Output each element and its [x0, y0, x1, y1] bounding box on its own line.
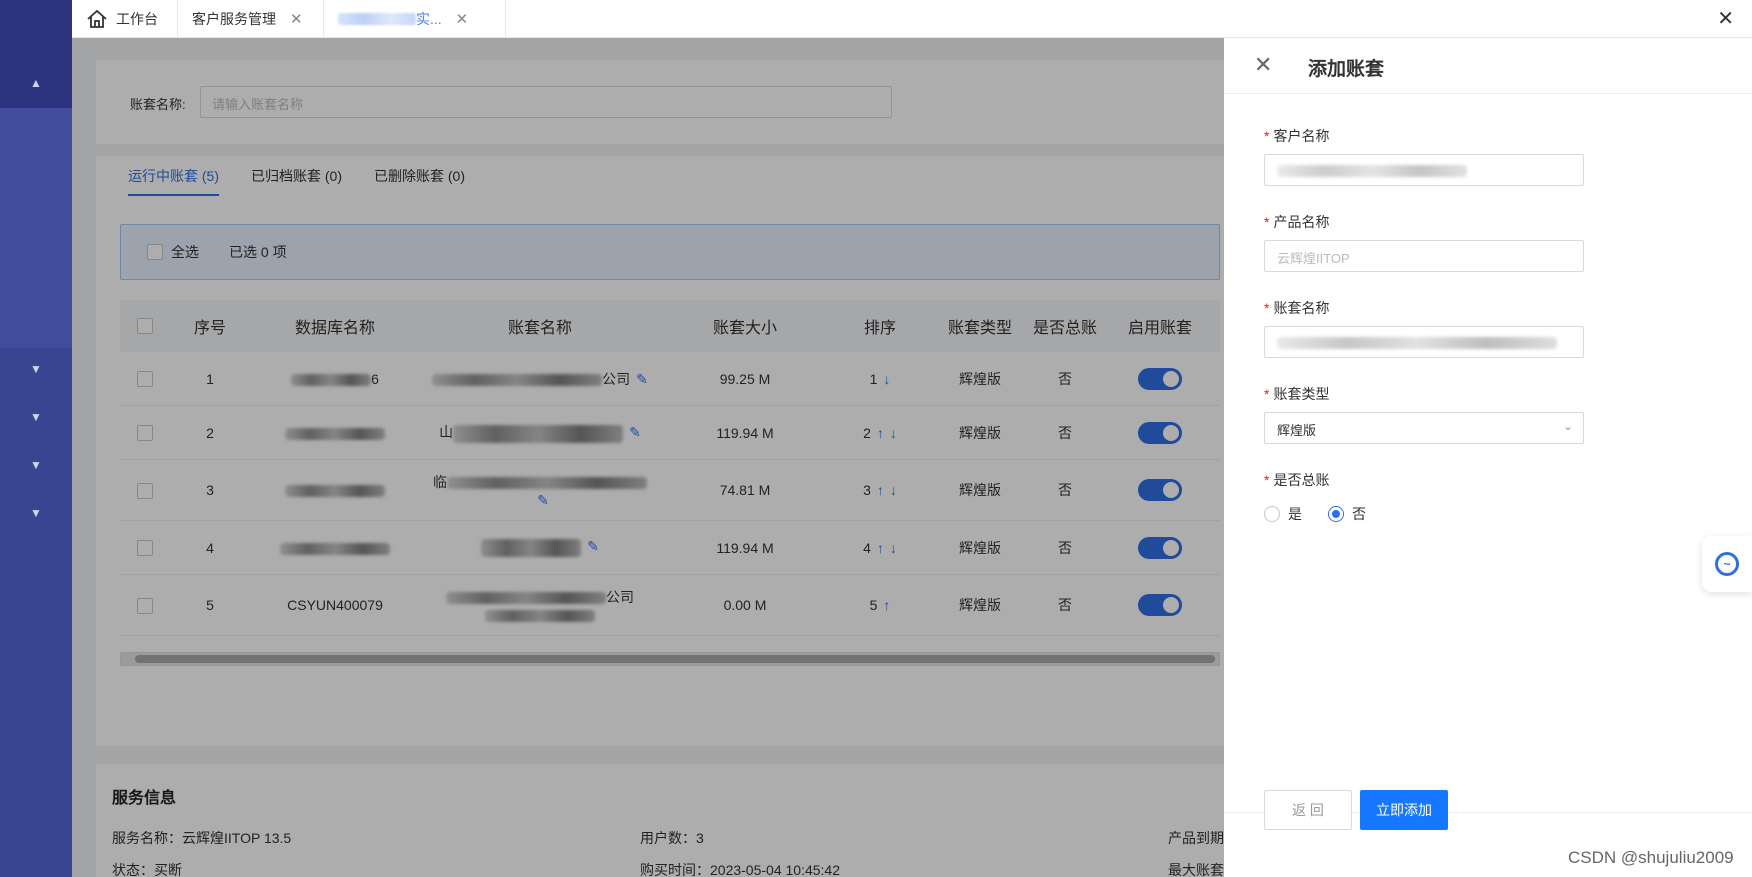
nav-expand-icon[interactable]: ▼: [0, 410, 72, 424]
nav-collapse-icon[interactable]: ▲: [0, 76, 72, 90]
watermark: CSDN @shujuliu2009: [1568, 848, 1734, 867]
account-name-label: * 账套名称: [1264, 300, 1330, 316]
add-account-drawer: ✕ 添加账套 * 客户名称 * 产品名称 云辉煌IITOP * 账套名称 * 账套类型 …: [1224, 38, 1752, 877]
tab-home-label: 工作台: [116, 11, 158, 27]
nav-expand-icon[interactable]: ▼: [0, 458, 72, 472]
close-icon[interactable]: ✕: [290, 10, 303, 28]
nav-expand-icon[interactable]: ▼: [0, 362, 72, 376]
required-mark: *: [1264, 214, 1270, 230]
required-mark: *: [1264, 128, 1270, 144]
blurred-text: [1277, 336, 1557, 349]
nav-top-block: [0, 0, 72, 108]
required-mark: *: [1264, 472, 1270, 488]
account-type-label: * 账套类型: [1264, 386, 1330, 402]
blurred-text: [338, 13, 416, 25]
drawer-header: ✕ 添加账套: [1224, 38, 1752, 94]
nav-active-group: [0, 108, 72, 348]
account-type-value: 辉煌版: [1277, 423, 1317, 438]
close-icon[interactable]: ✕: [456, 10, 469, 28]
required-mark: *: [1264, 386, 1270, 402]
required-mark: *: [1264, 300, 1270, 316]
window-close-icon[interactable]: ✕: [1717, 6, 1734, 31]
tab-label: 客户服务管理: [192, 11, 276, 27]
left-nav: ▲ ▼ ▼ ▼ ▼: [0, 0, 72, 877]
home-icon: [87, 9, 107, 28]
product-name-label: * 产品名称: [1264, 214, 1330, 230]
radio-yes-label: 是: [1288, 506, 1302, 522]
back-button[interactable]: 返 回: [1264, 790, 1352, 830]
blurred-text: [1277, 164, 1467, 177]
tab-label: 实...: [416, 11, 442, 27]
floating-assistant-button[interactable]: ~: [1702, 536, 1752, 592]
chevron-down-icon: ⌄: [1562, 419, 1573, 433]
assistant-icon: ~: [1715, 552, 1739, 576]
close-icon[interactable]: ✕: [1254, 52, 1272, 78]
general-ledger-radios: 是 否: [1264, 504, 1366, 524]
account-type-select[interactable]: 辉煌版 ⌄: [1264, 412, 1584, 444]
tab-current[interactable]: 实... ✕: [324, 0, 506, 38]
customer-name-label: * 客户名称: [1264, 128, 1330, 144]
customer-name-field[interactable]: [1264, 154, 1584, 186]
drawer-title: 添加账套: [1308, 59, 1385, 80]
add-now-button[interactable]: 立即添加: [1360, 790, 1448, 830]
tab-bar: 工作台 客户服务管理 ✕ 实... ✕ ✕: [72, 0, 1752, 38]
account-name-field[interactable]: [1264, 326, 1584, 358]
tab-customer-service[interactable]: 客户服务管理 ✕: [178, 0, 324, 38]
radio-no[interactable]: [1328, 506, 1344, 522]
radio-yes[interactable]: [1264, 506, 1280, 522]
radio-no-label: 否: [1352, 506, 1366, 522]
nav-expand-icon[interactable]: ▼: [0, 506, 72, 520]
product-name-field[interactable]: 云辉煌IITOP: [1264, 240, 1584, 272]
tab-home[interactable]: 工作台: [72, 0, 178, 38]
general-ledger-label: * 是否总账: [1264, 472, 1330, 488]
